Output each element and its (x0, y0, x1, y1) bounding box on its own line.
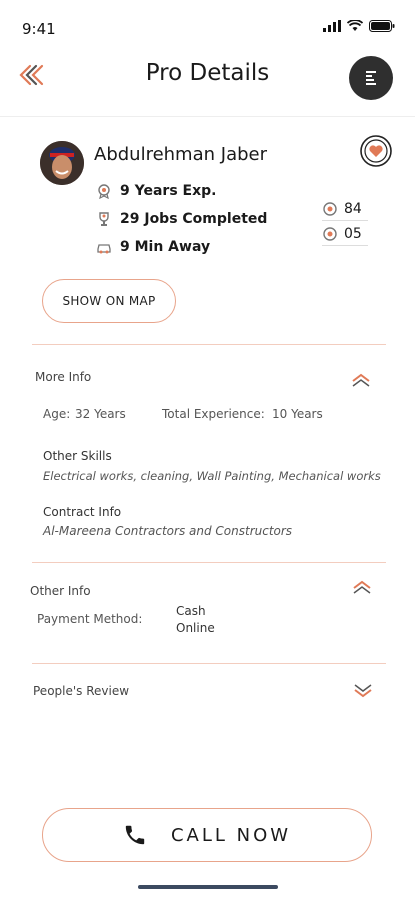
payment-label: Payment Method: (37, 612, 143, 626)
reviews-toggle[interactable] (352, 682, 374, 698)
badge-icon (98, 184, 110, 199)
trophy-icon (99, 212, 109, 226)
stat-jobs: 29 Jobs Completed (96, 211, 267, 227)
contract-value: Al-Mareena Contractors and Constructors (43, 524, 293, 538)
stat-experience: 9 Years Exp. (96, 183, 216, 199)
side-stat-2: 05 (322, 226, 368, 246)
jobs-text: 29 Jobs Completed (120, 211, 268, 227)
status-bar: 9:41 (0, 0, 415, 52)
award-icon (323, 227, 337, 241)
skills-value: Electrical works, cleaning, Wall Paintin… (43, 469, 381, 483)
divider (32, 344, 386, 345)
stat-distance: 9 Min Away (96, 239, 210, 255)
payment-value-cash: Cash (176, 604, 206, 618)
experience-text: 9 Years Exp. (120, 183, 217, 199)
pro-name: Abdulrehman Jaber (94, 144, 267, 165)
distance-text: 9 Min Away (120, 239, 211, 255)
contract-label: Contract Info (43, 505, 122, 519)
menu-icon (366, 71, 376, 85)
status-time: 9:41 (22, 20, 56, 38)
heart-icon (360, 135, 392, 167)
divider (32, 663, 386, 664)
other-info-toggle[interactable] (351, 579, 373, 595)
chevron-up-icon (352, 373, 370, 387)
more-info-toggle[interactable] (350, 372, 372, 388)
signal-icon (323, 20, 341, 32)
other-info-title: Other Info (30, 584, 91, 598)
divider (32, 562, 386, 563)
home-indicator (138, 885, 278, 889)
age-value: 32 Years (75, 407, 126, 421)
status-icons (323, 20, 395, 32)
favorite-button[interactable] (359, 134, 393, 168)
side-stat-1-value: 84 (344, 201, 362, 217)
chevron-down-icon (354, 684, 372, 698)
wifi-icon (347, 20, 363, 31)
more-info-title: More Info (35, 370, 92, 384)
call-now-label: CALL NOW (170, 824, 292, 846)
app-header: Pro Details (0, 52, 415, 102)
age-label: Age: (43, 407, 71, 421)
call-now-button[interactable]: CALL NOW (42, 808, 372, 862)
experience-value: 10 Years (272, 407, 323, 421)
battery-icon (369, 20, 395, 32)
menu-button[interactable] (349, 56, 393, 100)
show-on-map-button[interactable]: SHOW ON MAP (42, 279, 176, 323)
payment-value-online: Online (176, 621, 215, 635)
reviews-title: People's Review (33, 684, 130, 698)
side-stat-2-value: 05 (344, 226, 362, 242)
avatar-image (40, 141, 84, 185)
avatar (40, 141, 84, 185)
award-icon (323, 202, 337, 216)
phone-icon (125, 825, 145, 845)
car-icon (97, 244, 111, 254)
skills-label: Other Skills (43, 449, 112, 463)
side-stat-1: 84 (322, 201, 368, 221)
header-divider (0, 116, 415, 117)
chevron-up-icon (353, 580, 371, 594)
experience-label: Total Experience: (162, 407, 265, 421)
